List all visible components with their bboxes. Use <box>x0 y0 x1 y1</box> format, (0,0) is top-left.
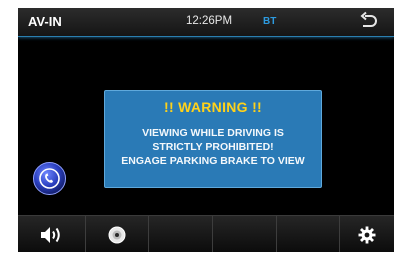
phone-icon <box>33 162 66 195</box>
warning-line: STRICTLY PROHIBITED! <box>152 141 274 153</box>
back-arrow-icon <box>360 11 377 27</box>
disc-button[interactable] <box>86 216 149 252</box>
empty-slot[interactable] <box>277 216 340 252</box>
volume-button[interactable] <box>18 216 86 252</box>
phone-button[interactable] <box>33 162 66 195</box>
empty-slot[interactable] <box>213 216 277 252</box>
clock: 12:26PM <box>186 15 233 27</box>
disc-icon <box>108 226 126 243</box>
source-label: AV-IN <box>28 14 62 29</box>
warning-dialog: !! WARNING !! VIEWING WHILE DRIVING IS S… <box>104 90 322 188</box>
settings-button[interactable] <box>340 216 394 252</box>
volume-icon <box>40 226 60 243</box>
bottom-toolbar <box>18 215 394 252</box>
warning-line: ENGAGE PARKING BRAKE TO VIEW <box>121 155 305 167</box>
warning-line: VIEWING WHILE DRIVING IS <box>142 127 284 139</box>
status-bar: AV-IN 12:26PM BT <box>18 8 394 37</box>
back-button[interactable] <box>356 11 380 33</box>
head-unit-screen: AV-IN 12:26PM BT !! WARNING !! VIEWING W… <box>18 8 394 252</box>
bluetooth-indicator[interactable]: BT <box>263 16 276 27</box>
settings-gear-icon <box>358 226 376 243</box>
warning-title: !! WARNING !! <box>164 99 262 115</box>
empty-slot[interactable] <box>149 216 213 252</box>
